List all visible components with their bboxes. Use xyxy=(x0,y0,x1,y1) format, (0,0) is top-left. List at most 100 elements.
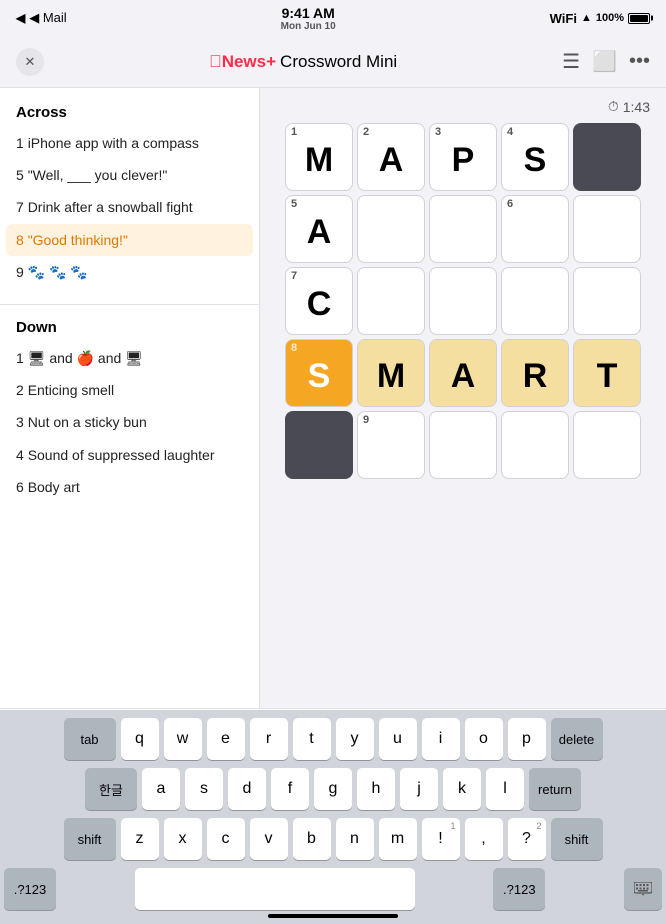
key-question[interactable]: 2? xyxy=(508,818,546,860)
cell-3-1[interactable]: M xyxy=(357,339,425,407)
cell-letter: M xyxy=(377,359,405,393)
tab-key[interactable]: tab xyxy=(64,718,116,760)
more-icon[interactable]: ••• xyxy=(629,50,650,73)
cell-2-0[interactable]: 7 C xyxy=(285,267,353,335)
key-y[interactable]: y xyxy=(336,718,374,760)
key-d[interactable]: d xyxy=(228,768,266,810)
num-key-left[interactable]: .?123 xyxy=(4,868,56,910)
battery-icon xyxy=(628,13,650,24)
cell-4-1[interactable]: 9 xyxy=(357,411,425,479)
down-section: Down 1 🖥 and 🍎 and 🖥 2 Enticing smell 3 … xyxy=(0,304,259,503)
cell-0-3[interactable]: 4 S xyxy=(501,123,569,191)
key-t[interactable]: t xyxy=(293,718,331,760)
cell-1-2[interactable] xyxy=(429,195,497,263)
clue-across-8[interactable]: 8 "Good thinking!" xyxy=(6,224,253,256)
close-button[interactable]: ✕ xyxy=(16,48,44,76)
clue-down-1[interactable]: 1 🖥 and 🍎 and 🖥 xyxy=(0,342,259,374)
key-label: ? xyxy=(522,830,531,848)
clue-across-1[interactable]: 1 iPhone app with a compass xyxy=(0,127,259,159)
cell-number: 2 xyxy=(363,127,369,138)
clue-text: 🖥 and 🍎 and 🖥 xyxy=(28,350,143,366)
clue-down-6[interactable]: 6 Body art xyxy=(0,471,259,503)
key-h[interactable]: h xyxy=(357,768,395,810)
status-right: WiFi ▲ 100% xyxy=(550,11,650,26)
key-r[interactable]: r xyxy=(250,718,288,760)
clue-number: 1 xyxy=(16,135,28,151)
cell-0-2[interactable]: 3 P xyxy=(429,123,497,191)
num-key-right[interactable]: .?123 xyxy=(493,868,545,910)
key-s[interactable]: s xyxy=(185,768,223,810)
key-m[interactable]: m xyxy=(379,818,417,860)
key-p[interactable]: p xyxy=(508,718,546,760)
key-k[interactable]: k xyxy=(443,768,481,810)
key-g[interactable]: g xyxy=(314,768,352,810)
return-key[interactable]: return xyxy=(529,768,581,810)
cell-2-4[interactable] xyxy=(573,267,641,335)
key-u[interactable]: u xyxy=(379,718,417,760)
cell-3-2[interactable]: A xyxy=(429,339,497,407)
cell-3-4[interactable]: T xyxy=(573,339,641,407)
key-label: w xyxy=(177,730,189,748)
cell-4-3[interactable] xyxy=(501,411,569,479)
status-time-date: 9:41 AM Mon Jun 10 xyxy=(281,5,336,32)
clue-down-4[interactable]: 4 Sound of suppressed laughter xyxy=(0,439,259,471)
key-label: v xyxy=(265,830,273,848)
cell-number: 3 xyxy=(435,127,441,138)
key-j[interactable]: j xyxy=(400,768,438,810)
key-exclaim[interactable]: 1! xyxy=(422,818,460,860)
battery-label: 100% xyxy=(596,12,624,24)
key-label: a xyxy=(157,780,166,798)
clue-text: 🐾 🐾 🐾 xyxy=(28,264,88,280)
key-label: q xyxy=(135,730,144,748)
clue-down-2[interactable]: 2 Enticing smell xyxy=(0,374,259,406)
down-title: Down xyxy=(0,315,259,342)
cell-2-1[interactable] xyxy=(357,267,425,335)
key-a[interactable]: a xyxy=(142,768,180,810)
cell-4-4[interactable] xyxy=(573,411,641,479)
key-c[interactable]: c xyxy=(207,818,245,860)
lang-key[interactable]: 한글 xyxy=(85,768,137,810)
key-z[interactable]: z xyxy=(121,818,159,860)
cell-1-4[interactable] xyxy=(573,195,641,263)
clue-across-9[interactable]: 9 🐾 🐾 🐾 xyxy=(0,256,259,288)
clue-down-3[interactable]: 3 Nut on a sticky bun xyxy=(0,406,259,438)
cell-1-0[interactable]: 5 A xyxy=(285,195,353,263)
cell-2-2[interactable] xyxy=(429,267,497,335)
cell-4-2[interactable] xyxy=(429,411,497,479)
cell-3-3[interactable]: R xyxy=(501,339,569,407)
cell-1-1[interactable] xyxy=(357,195,425,263)
cell-1-3[interactable]: 6 xyxy=(501,195,569,263)
key-label: c xyxy=(222,830,230,848)
key-o[interactable]: o xyxy=(465,718,503,760)
cell-letter: C xyxy=(307,287,332,321)
space-key[interactable] xyxy=(135,868,415,910)
display-icon[interactable]: ⬜ xyxy=(592,49,617,74)
status-mail: ◀ Mail xyxy=(29,10,66,26)
cell-2-3[interactable] xyxy=(501,267,569,335)
cell-0-1[interactable]: 2 A xyxy=(357,123,425,191)
key-l[interactable]: l xyxy=(486,768,524,810)
list-icon[interactable]: ☰ xyxy=(562,49,580,74)
key-f[interactable]: f xyxy=(271,768,309,810)
key-v[interactable]: v xyxy=(250,818,288,860)
cell-number: 4 xyxy=(507,127,513,138)
key-comma[interactable]: , xyxy=(465,818,503,860)
key-x[interactable]: x xyxy=(164,818,202,860)
nav-title: News+ Crossword Mini xyxy=(209,52,397,72)
key-i[interactable]: i xyxy=(422,718,460,760)
shift-left-key[interactable]: shift xyxy=(64,818,116,860)
key-w[interactable]: w xyxy=(164,718,202,760)
keyboard-icon-key[interactable] xyxy=(624,868,662,910)
cell-letter: A xyxy=(307,215,332,249)
key-label: g xyxy=(329,780,338,798)
clue-across-5[interactable]: 5 "Well, ___ you clever!" xyxy=(0,159,259,191)
clue-across-7[interactable]: 7 Drink after a snowball fight xyxy=(0,191,259,223)
key-e[interactable]: e xyxy=(207,718,245,760)
cell-0-0[interactable]: 1 M xyxy=(285,123,353,191)
shift-right-key[interactable]: shift xyxy=(551,818,603,860)
cell-3-0[interactable]: 8 S xyxy=(285,339,353,407)
key-b[interactable]: b xyxy=(293,818,331,860)
delete-key[interactable]: delete xyxy=(551,718,603,760)
key-n[interactable]: n xyxy=(336,818,374,860)
key-q[interactable]: q xyxy=(121,718,159,760)
